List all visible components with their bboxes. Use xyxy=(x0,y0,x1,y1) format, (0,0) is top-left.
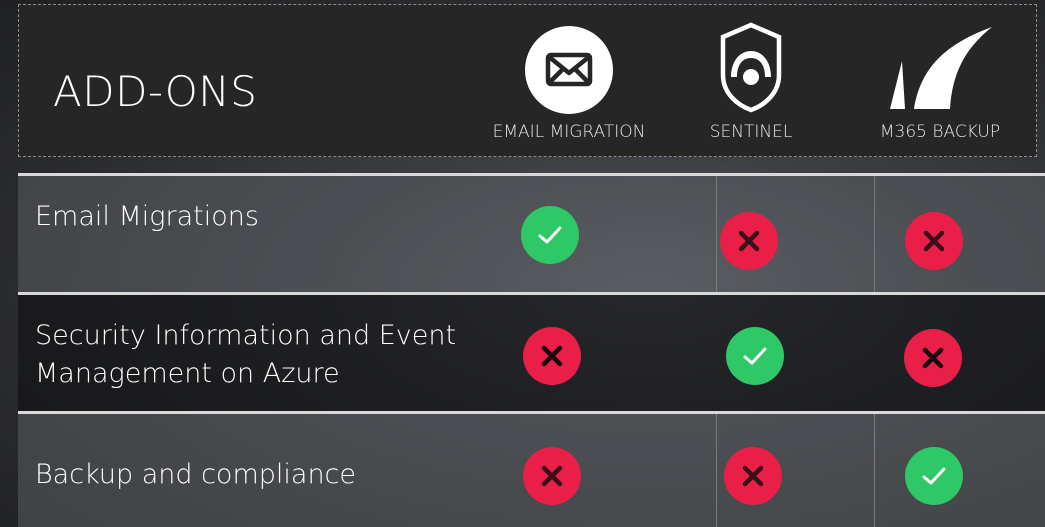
product-label: M365 BACKUP xyxy=(879,122,1001,142)
column-divider xyxy=(874,414,875,527)
cross-icon xyxy=(905,212,963,270)
shield-eye-icon xyxy=(716,21,786,117)
check-icon xyxy=(521,206,579,264)
add-ons-header: ADD-ONS EMAIL MIGRATION SENTINEL M365 BA… xyxy=(18,4,1037,157)
column-divider xyxy=(716,414,717,527)
row-label: Security Information and Event Managemen… xyxy=(35,320,457,389)
check-icon xyxy=(905,447,963,505)
table-row-backup: Backup and compliance xyxy=(18,411,1045,527)
product-label: EMAIL MIGRATION xyxy=(492,122,646,142)
product-m365-backup: M365 BACKUP xyxy=(860,5,1020,158)
table-row-siem: Security Information and Event Managemen… xyxy=(18,292,1045,412)
product-sentinel: SENTINEL xyxy=(671,5,831,158)
table-row-email-migrations: Email Migrations xyxy=(18,173,1045,293)
cross-icon xyxy=(724,447,782,505)
row-label: Backup and compliance xyxy=(35,459,357,490)
cross-icon xyxy=(523,327,581,385)
fin-logo-icon xyxy=(880,21,1000,117)
cross-icon xyxy=(720,212,778,270)
column-divider xyxy=(716,176,717,293)
column-divider xyxy=(874,176,875,293)
row-label: Email Migrations xyxy=(35,201,259,232)
cross-icon xyxy=(904,329,962,387)
product-label: SENTINEL xyxy=(709,122,793,142)
product-email-migration: EMAIL MIGRATION xyxy=(489,5,649,158)
envelope-icon xyxy=(524,25,614,119)
page-title: ADD-ONS xyxy=(53,67,258,116)
cross-icon xyxy=(523,447,581,505)
check-icon xyxy=(726,327,784,385)
